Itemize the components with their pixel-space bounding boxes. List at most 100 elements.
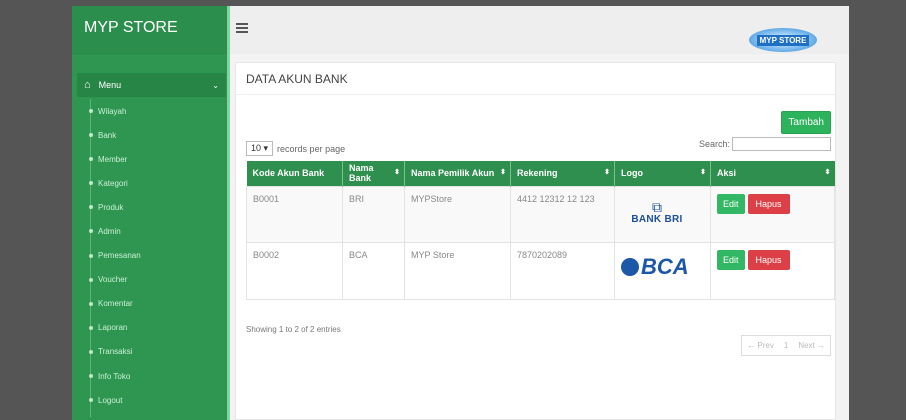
sidebar-item-label: Pemesanan (98, 251, 141, 261)
table-header-row: Kode Akun Bank Nama Bank ⬍ Nama Pemilik A… (246, 161, 835, 186)
cell-pemilik: MYP Store (404, 241, 511, 300)
records-select[interactable]: 10 ▾ (246, 141, 274, 156)
records-label: records per page (277, 143, 346, 154)
bullet-icon (89, 374, 93, 379)
sidebar-item-wilayah[interactable]: Wilayah (72, 99, 227, 123)
bri-logo-text: BANK BRI (631, 213, 683, 225)
bullet-icon (89, 277, 93, 282)
sidebar-item-member[interactable]: Member (72, 147, 227, 171)
store-logo-text: MYP STORE (756, 34, 810, 46)
content-panel: DATA AKUN BANK Tambah 10 ▾ records per p… (235, 62, 836, 420)
bullet-icon (89, 109, 93, 113)
app-window: MYP STORE ⌂ Menu ⌄ Wilayah Bank Member K… (72, 6, 849, 420)
sidebar-item-label: Info Toko (98, 371, 131, 381)
chevron-down-icon: ⌄ (212, 80, 219, 90)
bca-logo: BCA (621, 254, 704, 280)
sidebar-item-laporan[interactable]: Laporan (72, 316, 227, 340)
sidebar-item-label: Admin (98, 227, 121, 237)
cell-bank: BCA (342, 241, 405, 300)
cell-pemilik: MYPStore (404, 185, 511, 243)
home-icon: ⌂ (84, 79, 91, 91)
cell-aksi: Edit Hapus (710, 185, 835, 243)
sidebar-item-label: Voucher (98, 275, 128, 285)
bank-account-table: Kode Akun Bank Nama Bank ⬍ Nama Pemilik A… (246, 161, 835, 300)
search-area: Search: (699, 137, 831, 151)
delete-button[interactable]: Hapus (747, 193, 790, 214)
sort-icon: ⬍ (394, 169, 400, 176)
header-label: Kode Akun Bank (252, 168, 325, 179)
sort-icon: ⬍ (700, 169, 706, 176)
edit-button[interactable]: Edit (717, 249, 745, 270)
bri-mark-icon: ⧉ (652, 198, 662, 215)
sidebar-menu-label: Menu (98, 80, 122, 90)
search-input[interactable] (732, 137, 831, 151)
sidebar-item-logout[interactable]: Logout (72, 388, 227, 412)
pager-current[interactable]: 1 (779, 336, 793, 355)
header-logo[interactable]: Logo ⬍ (614, 161, 711, 186)
edit-button[interactable]: Edit (717, 193, 745, 214)
bullet-icon (89, 157, 93, 162)
sidebar-item-label: Bank (98, 130, 117, 140)
brand-title[interactable]: MYP STORE (72, 6, 227, 54)
cell-logo: BCA (614, 241, 711, 300)
pager-next[interactable]: Next → (793, 336, 830, 355)
header-label: Logo (621, 168, 643, 179)
sidebar-item-info-toko[interactable]: Info Toko (72, 364, 227, 388)
cell-bank: BRI (342, 185, 405, 243)
delete-button[interactable]: Hapus (747, 249, 790, 270)
sidebar-item-produk[interactable]: Produk (72, 195, 227, 219)
bullet-icon (89, 398, 93, 403)
sort-icon: ⬍ (824, 169, 831, 176)
bullet-icon (89, 349, 93, 354)
header-pemilik[interactable]: Nama Pemilik Akun ⬍ (404, 161, 511, 186)
sort-icon: ⬍ (500, 169, 506, 176)
hamburger-icon[interactable] (236, 23, 248, 33)
pagination: ← Prev 1 Next → (741, 335, 831, 356)
add-button[interactable]: Tambah (781, 111, 831, 134)
cell-kode: B0002 (246, 241, 343, 300)
bullet-icon (89, 181, 93, 186)
sidebar-item-label: Member (98, 154, 128, 164)
bca-mark-icon (621, 257, 639, 276)
header-label: Nama Bank (349, 163, 374, 184)
sort-icon: ⬍ (604, 169, 610, 176)
cell-aksi: Edit Hapus (710, 241, 835, 300)
sidebar-item-label: Transaksi (98, 347, 133, 357)
bullet-icon (89, 325, 93, 330)
sidebar-item-bank[interactable]: Bank (72, 123, 227, 147)
header-label: Rekening (517, 168, 558, 179)
sidebar-item-komentar[interactable]: Komentar (72, 292, 227, 316)
header-label: Nama Pemilik Akun (411, 168, 495, 179)
sidebar-menu: Wilayah Bank Member Kategori Produk Admi… (72, 99, 227, 412)
header-nama-bank[interactable]: Nama Bank ⬍ (342, 161, 405, 186)
bullet-icon (89, 301, 93, 306)
header-aksi[interactable]: Aksi ⬍ (710, 161, 835, 186)
sidebar-item-label: Produk (98, 202, 124, 212)
sidebar-item-label: Logout (98, 395, 123, 405)
table-row: B0001 BRI MYPStore 4412 12312 12 123 ⧉ B… (246, 185, 835, 243)
sidebar-item-label: Laporan (98, 323, 128, 333)
records-select-value: 10 (251, 143, 262, 153)
search-label: Search: (698, 139, 730, 149)
bullet-icon (89, 253, 93, 258)
sidebar-item-label: Komentar (98, 299, 133, 309)
bullet-icon (89, 229, 93, 234)
header-rekening[interactable]: Rekening ⬍ (510, 161, 615, 186)
cell-kode: B0001 (246, 185, 343, 243)
sidebar-item-pemesanan[interactable]: Pemesanan (72, 244, 227, 268)
bri-logo: ⧉ BANK BRI (623, 200, 691, 225)
sidebar-item-kategori[interactable]: Kategori (72, 171, 227, 195)
cell-rekening: 4412 12312 12 123 (510, 185, 615, 243)
header-label: Aksi (717, 168, 737, 179)
bullet-icon (89, 133, 93, 138)
records-per-page: 10 ▾ records per page (246, 141, 345, 156)
pager-prev[interactable]: ← Prev (742, 336, 779, 355)
header-kode[interactable]: Kode Akun Bank (246, 161, 343, 186)
sidebar-item-admin[interactable]: Admin (72, 219, 227, 243)
table-row: B0002 BCA MYP Store 7870202089 BCA Edit H… (246, 241, 835, 300)
sidebar-menu-toggle[interactable]: ⌂ Menu ⌄ (77, 73, 226, 97)
cell-logo: ⧉ BANK BRI (614, 185, 711, 243)
sidebar-item-transaksi[interactable]: Transaksi (72, 340, 227, 364)
store-logo: MYP STORE (749, 28, 817, 52)
sidebar-item-voucher[interactable]: Voucher (72, 268, 227, 292)
